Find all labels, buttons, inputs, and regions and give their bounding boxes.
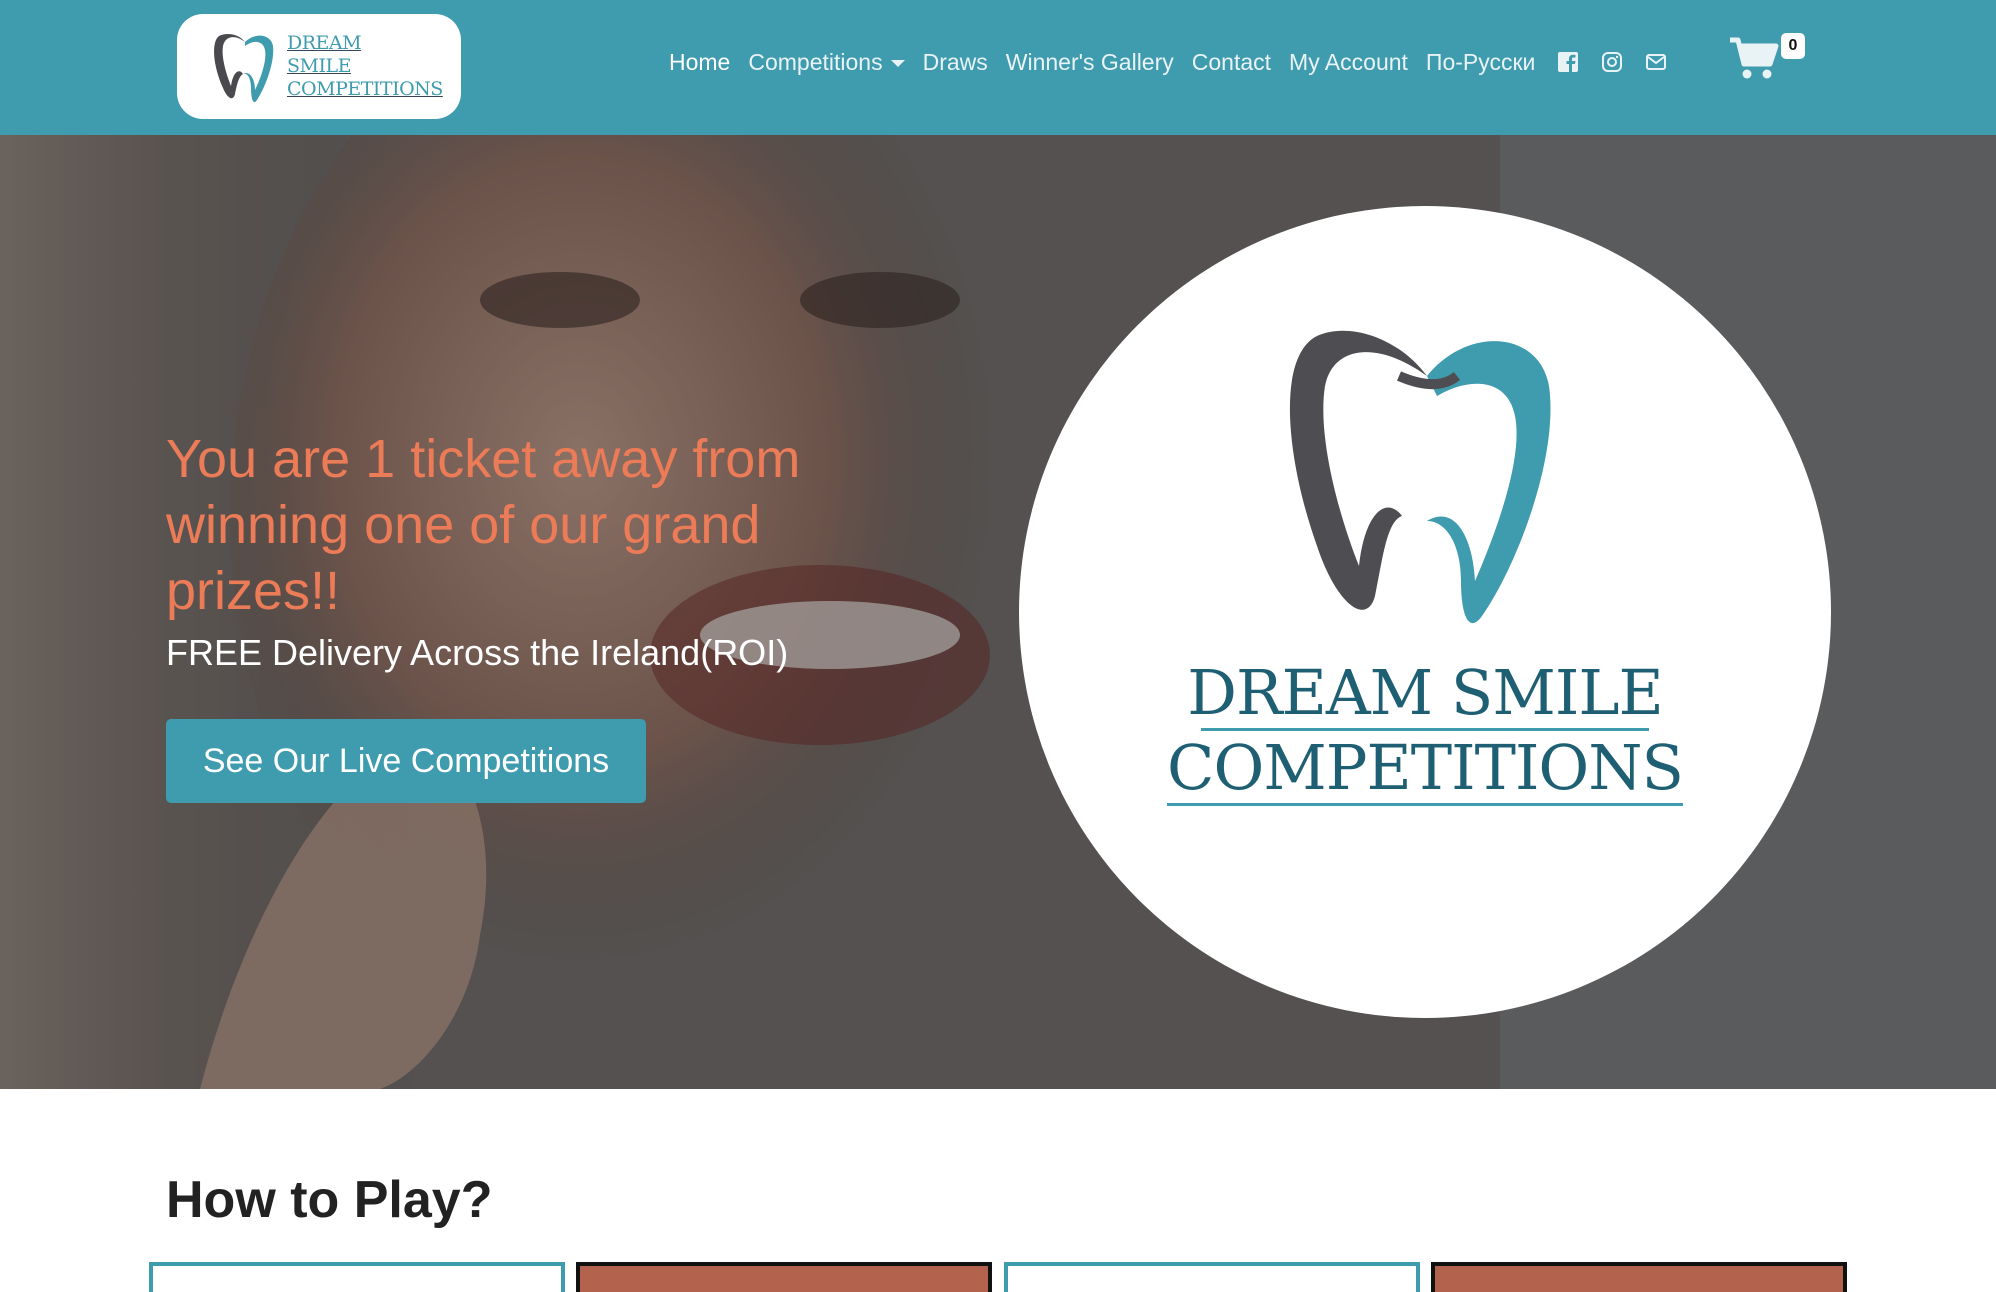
hero-logo-circle: DREAM SMILE COMPETITIONS (1019, 206, 1831, 1018)
social-links (1557, 51, 1689, 73)
nav-contact[interactable]: Contact (1192, 49, 1271, 76)
nav-russian-language[interactable]: По-Русски (1426, 49, 1535, 76)
hero-banner: You are 1 ticket away from winning one o… (0, 135, 1996, 1089)
brand-line-2: SMILE (287, 55, 351, 77)
logo-line-2: COMPETITIONS (1167, 731, 1684, 804)
hero-heading: You are 1 ticket away from winning one o… (166, 429, 801, 621)
brand-logo-link[interactable]: DREAM SMILE COMPETITIONS (177, 14, 461, 119)
hero-subheading: FREE Delivery Across the Ireland(ROI) (166, 632, 789, 673)
how-to-play-card-3 (1004, 1262, 1420, 1292)
how-to-play-card-4 (1431, 1262, 1847, 1292)
nav-competitions-label: Competitions (748, 48, 883, 75)
nav-competitions-dropdown[interactable]: Competitions (748, 48, 905, 76)
how-to-play-card-2 (576, 1262, 992, 1292)
cart-count-badge: 0 (1781, 33, 1805, 59)
logo-line-1: DREAM SMILE (1187, 656, 1664, 729)
how-to-play-heading: How to Play? (166, 1171, 493, 1229)
tooth-logo-icon (214, 33, 274, 102)
how-to-play-card-1 (149, 1262, 565, 1292)
top-navbar: DREAM SMILE COMPETITIONS Home Competitio… (0, 0, 1996, 135)
nav-home[interactable]: Home (669, 49, 730, 76)
facebook-icon[interactable] (1557, 51, 1579, 73)
main-nav: Home Competitions Draws Winner's Gallery… (669, 44, 1689, 80)
chevron-down-icon (890, 59, 905, 67)
tooth-logo-icon (1289, 330, 1551, 624)
brand-line-1: DREAM (287, 32, 362, 54)
brand-wordmark: DREAM SMILE COMPETITIONS (287, 32, 443, 101)
instagram-icon[interactable] (1601, 51, 1623, 73)
nav-winners-gallery[interactable]: Winner's Gallery (1006, 49, 1174, 76)
see-live-competitions-button[interactable]: See Our Live Competitions (166, 719, 646, 803)
brand-line-3: COMPETITIONS (287, 78, 443, 100)
shopping-cart-icon[interactable] (1728, 36, 1780, 80)
envelope-icon[interactable] (1645, 51, 1667, 73)
nav-draws[interactable]: Draws (923, 49, 988, 76)
nav-my-account[interactable]: My Account (1289, 49, 1408, 76)
logo-underline-2 (1167, 803, 1683, 806)
